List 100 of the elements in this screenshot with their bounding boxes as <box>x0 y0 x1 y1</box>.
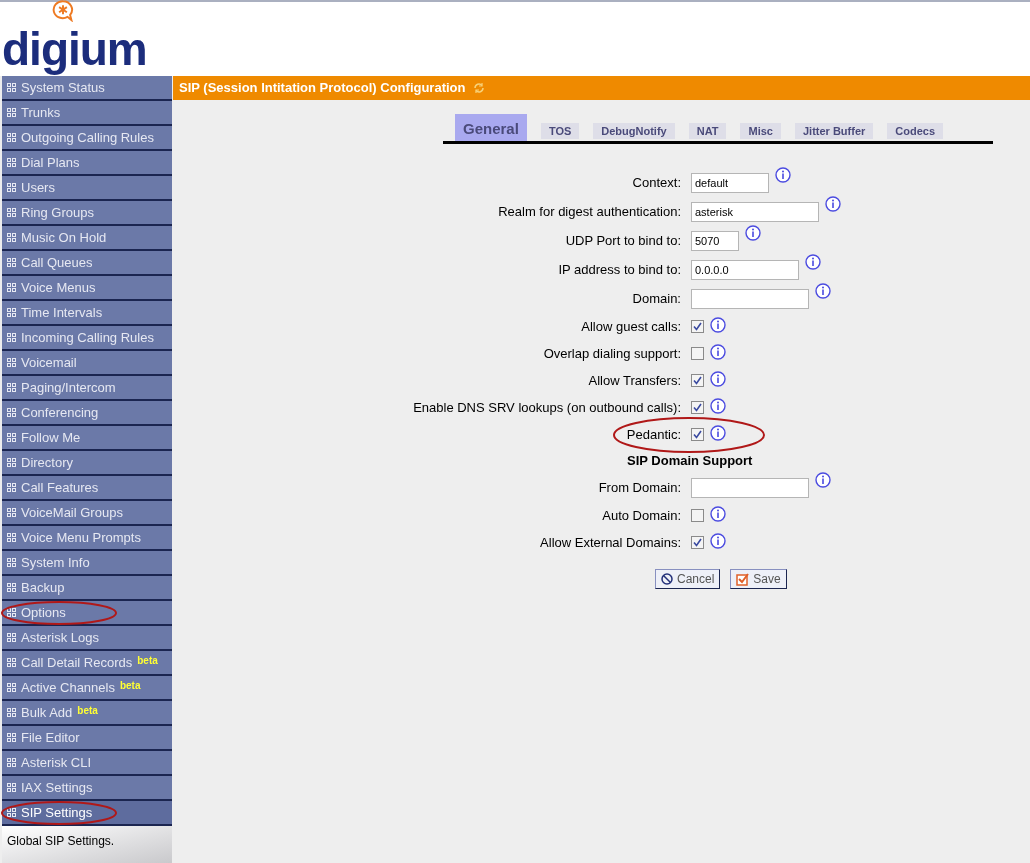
grid-icon <box>7 458 16 467</box>
grid-icon <box>7 708 16 717</box>
grid-icon <box>7 383 16 392</box>
sidebar-item[interactable]: File Editor <box>2 726 172 751</box>
info-icon[interactable] <box>815 282 831 299</box>
field-label: Enable DNS SRV lookups (on outbound calls): <box>413 398 681 417</box>
sidebar-item[interactable]: Backup <box>2 576 172 601</box>
field-label: Domain: <box>632 289 681 308</box>
grid-icon <box>7 558 16 567</box>
sidebar-item[interactable]: IAX Settings <box>2 776 172 801</box>
field-label: From Domain: <box>598 478 681 497</box>
checkbox[interactable] <box>691 401 704 414</box>
sidebar-item[interactable]: Conferencing <box>2 401 172 426</box>
page-title: SIP (Session Intitation Protocol) Configuration <box>179 79 466 98</box>
field-label: Allow guest calls: <box>581 317 681 336</box>
tab[interactable]: DebugNotify <box>593 123 675 139</box>
grid-icon <box>7 633 16 642</box>
beta-label: beta <box>119 679 141 693</box>
sidebar-item[interactable]: Voice Menu Prompts <box>2 526 172 551</box>
grid-icon <box>7 733 16 742</box>
grid-icon <box>7 608 16 617</box>
cancel-button[interactable]: Cancel <box>655 569 721 589</box>
grid-icon <box>7 358 16 367</box>
info-icon[interactable] <box>710 317 726 333</box>
grid-icon <box>7 233 16 242</box>
checkbox[interactable] <box>691 509 704 522</box>
grid-icon <box>7 108 16 117</box>
info-icon[interactable] <box>710 371 726 387</box>
input-field[interactable]: 0.0.0.0 <box>691 259 799 280</box>
sidebar-item[interactable]: Voicemail <box>2 351 172 376</box>
sidebar-item[interactable]: Dial Plans <box>2 151 172 176</box>
checkmark-icon <box>736 572 750 586</box>
grid-icon <box>7 333 16 342</box>
tab[interactable]: TOS <box>540 123 580 139</box>
sidebar-item[interactable]: Active Channels beta <box>2 676 172 701</box>
grid-icon <box>7 183 16 192</box>
tab[interactable]: Codecs <box>887 123 944 139</box>
input-field[interactable]: asterisk <box>691 201 819 222</box>
sidebar-item[interactable]: Incoming Calling Rules <box>2 326 172 351</box>
grid-icon <box>7 433 16 442</box>
tab[interactable]: Jitter Buffer <box>794 123 874 139</box>
sidebar-item[interactable]: Time Intervals <box>2 301 172 326</box>
input-field[interactable]: default <box>691 172 769 193</box>
grid-icon <box>7 83 16 92</box>
tab[interactable]: Misc <box>740 123 781 139</box>
info-icon[interactable] <box>710 344 726 360</box>
info-icon[interactable] <box>710 533 726 549</box>
info-icon[interactable] <box>745 224 761 241</box>
input-field[interactable] <box>691 477 809 498</box>
field-label: UDP Port to bind to: <box>565 231 681 250</box>
grid-icon <box>7 408 16 417</box>
grid-icon <box>7 133 16 142</box>
sidebar-item[interactable]: Music On Hold <box>2 226 172 251</box>
grid-icon <box>7 683 16 692</box>
sidebar-item[interactable]: Call Detail Records beta <box>2 651 172 676</box>
sidebar-item[interactable]: Call Features <box>2 476 172 501</box>
checkbox[interactable] <box>691 347 704 360</box>
sidebar-item[interactable]: Trunks <box>2 101 172 126</box>
info-icon[interactable] <box>825 195 841 212</box>
save-button[interactable]: Save <box>730 569 787 589</box>
grid-icon <box>7 208 16 217</box>
sidebar-item[interactable]: Asterisk CLI <box>2 751 172 776</box>
sidebar-item[interactable]: Ring Groups <box>2 201 172 226</box>
grid-icon <box>7 533 16 542</box>
info-icon[interactable] <box>805 253 821 270</box>
checkbox[interactable] <box>691 428 704 441</box>
sidebar-item[interactable]: Directory <box>2 451 172 476</box>
checkbox[interactable] <box>691 536 704 549</box>
sidebar-item[interactable]: System Info <box>2 551 172 576</box>
info-icon[interactable] <box>775 166 791 183</box>
beta-label: beta <box>137 654 158 668</box>
sidebar-item[interactable]: Voice Menus <box>2 276 172 301</box>
tab[interactable]: General <box>455 114 527 141</box>
grid-icon <box>7 308 16 317</box>
cancel-icon <box>661 573 673 585</box>
input-field[interactable]: 5070 <box>691 230 739 251</box>
checkbox[interactable] <box>691 374 704 387</box>
info-icon[interactable] <box>710 506 726 522</box>
info-icon[interactable] <box>710 398 726 414</box>
description-text: Global SIP Settings. <box>7 834 115 848</box>
checkbox[interactable] <box>691 320 704 333</box>
info-icon[interactable] <box>710 425 726 441</box>
sidebar-item[interactable]: Outgoing Calling Rules <box>2 126 172 151</box>
info-icon[interactable] <box>815 471 831 488</box>
grid-icon <box>7 758 16 767</box>
sidebar-item[interactable]: Paging/Intercom <box>2 376 172 401</box>
sidebar-item[interactable]: Follow Me <box>2 426 172 451</box>
section-heading: SIP Domain Support <box>627 451 753 470</box>
field-label: Context: <box>632 173 681 192</box>
sidebar-item[interactable]: VoiceMail Groups <box>2 501 172 526</box>
field-label: Pedantic: <box>626 425 681 444</box>
sidebar-item[interactable]: Asterisk Logs <box>2 626 172 651</box>
sidebar-item[interactable]: Users <box>2 176 172 201</box>
grid-icon <box>7 808 16 817</box>
input-field[interactable] <box>691 288 809 309</box>
tab[interactable]: NAT <box>688 123 727 139</box>
sidebar-item[interactable]: System Status <box>2 76 172 101</box>
sidebar-item[interactable]: Bulk Add beta <box>2 701 172 726</box>
sidebar-item[interactable]: Call Queues <box>2 251 172 276</box>
grid-icon <box>7 508 16 517</box>
